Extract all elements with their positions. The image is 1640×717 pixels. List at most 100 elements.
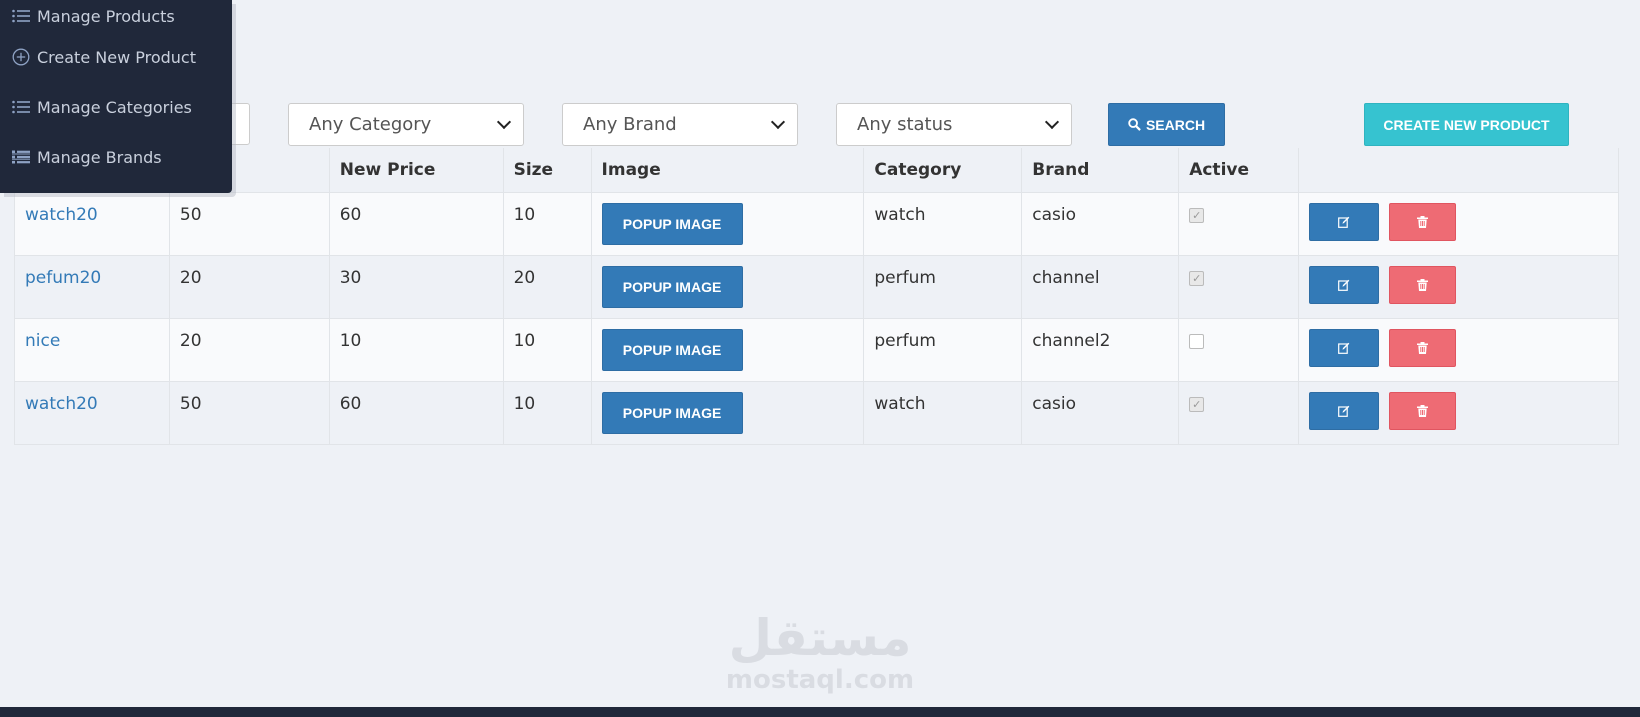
popup-image-button[interactable]: POPUP IMAGE — [601, 328, 743, 371]
chevron-down-icon — [1044, 114, 1060, 129]
watermark-arabic-text: مستقل — [728, 609, 912, 667]
status-select-value: Any status — [857, 114, 953, 135]
delete-button[interactable] — [1389, 202, 1457, 241]
cell-size: 10 — [502, 380, 592, 445]
cell-actions — [1298, 317, 1619, 382]
cell-new-price: 30 — [328, 254, 504, 319]
edit-button[interactable] — [1309, 202, 1380, 241]
trash-icon — [1417, 341, 1429, 354]
cell-image: POPUP IMAGE — [590, 380, 865, 445]
status-select[interactable]: Any status — [836, 103, 1072, 146]
header-image: Image — [590, 148, 865, 193]
edit-icon — [1338, 405, 1350, 417]
sidebar-item-create-new-product[interactable]: Create New Product — [0, 32, 232, 82]
cell-name: watch20 — [14, 380, 170, 445]
active-checkbox[interactable] — [1189, 333, 1205, 349]
cell-brand: casio — [1021, 380, 1180, 445]
cell-size: 10 — [502, 317, 592, 382]
cell-old-price: 20 — [168, 317, 330, 382]
cell-old-price: 20 — [168, 254, 330, 319]
delete-button[interactable] — [1389, 328, 1457, 367]
popup-image-button[interactable]: POPUP IMAGE — [601, 265, 743, 308]
cell-old-price: 50 — [168, 380, 330, 445]
cell-brand: channel — [1021, 254, 1180, 319]
table-row: watch20 50 60 10 POPUP IMAGE watch casio ✓ — [14, 191, 1619, 256]
header-category[interactable]: Category — [863, 148, 1023, 193]
header-brand[interactable]: Brand — [1021, 148, 1180, 193]
product-name-link[interactable]: watch20 — [25, 205, 98, 225]
plus-circle-icon — [12, 48, 30, 66]
table-row: pefum20 20 30 20 POPUP IMAGE perfum channel ✓ — [14, 254, 1619, 319]
cell-old-price: 50 — [168, 191, 330, 256]
table-row: watch20 50 60 10 POPUP IMAGE watch casio ✓ — [14, 380, 1619, 445]
cell-active — [1178, 317, 1300, 382]
category-select-value: Any Category — [309, 114, 432, 135]
product-name-link[interactable]: nice — [25, 331, 60, 351]
chevron-down-icon — [496, 114, 512, 129]
watermark-latin-text: mostaql.com — [725, 665, 915, 695]
cell-active: ✓ — [1178, 380, 1300, 445]
cell-size: 20 — [502, 254, 592, 319]
header-active[interactable]: Active — [1178, 148, 1300, 193]
sidebar-item-manage-products[interactable]: Manage Products — [0, 0, 232, 32]
watermark-logo: مستقل mostaql.com — [720, 610, 920, 694]
list-icon — [12, 100, 30, 114]
sidebar-item-label: Manage Categories — [37, 97, 192, 117]
category-select[interactable]: Any Category — [288, 103, 524, 146]
cell-actions — [1298, 191, 1619, 256]
cell-actions — [1298, 380, 1619, 445]
cell-active: ✓ — [1178, 254, 1300, 319]
trash-icon — [1417, 215, 1429, 228]
cell-name: nice — [14, 317, 170, 382]
search-button[interactable]: SEARCH — [1108, 103, 1225, 146]
products-table: ice New Price Size Image Category Brand … — [14, 148, 1619, 445]
sidebar-menu: Manage Products Create New Product Manag… — [0, 0, 232, 193]
cell-name: watch20 — [14, 191, 170, 256]
create-new-product-button[interactable]: CREATE NEW PRODUCT — [1364, 103, 1569, 146]
sidebar-item-manage-brands[interactable]: Manage Brands — [0, 132, 232, 182]
list-icon — [12, 9, 30, 23]
brand-select[interactable]: Any Brand — [562, 103, 798, 146]
delete-button[interactable] — [1389, 391, 1457, 430]
trash-icon — [1417, 278, 1429, 291]
sidebar-item-manage-categories[interactable]: Manage Categories — [0, 82, 232, 132]
cell-new-price: 60 — [328, 380, 504, 445]
active-checkbox[interactable]: ✓ — [1189, 396, 1205, 412]
active-checkbox[interactable]: ✓ — [1189, 207, 1205, 223]
product-name-link[interactable]: watch20 — [25, 394, 98, 414]
edit-icon — [1338, 279, 1350, 291]
active-checkbox[interactable]: ✓ — [1189, 270, 1205, 286]
cell-new-price: 60 — [328, 191, 504, 256]
edit-button[interactable] — [1309, 391, 1380, 430]
edit-button[interactable] — [1309, 328, 1380, 367]
table-header-row: ice New Price Size Image Category Brand … — [14, 148, 1619, 193]
cell-category: perfum — [863, 254, 1023, 319]
brand-select-value: Any Brand — [583, 114, 677, 135]
edit-button[interactable] — [1309, 265, 1380, 304]
cell-image: POPUP IMAGE — [590, 317, 865, 382]
header-size[interactable]: Size — [502, 148, 592, 193]
popup-image-button[interactable]: POPUP IMAGE — [601, 202, 743, 245]
search-icon — [1128, 118, 1141, 131]
delete-button[interactable] — [1389, 265, 1457, 304]
cell-size: 10 — [502, 191, 592, 256]
cell-name: pefum20 — [14, 254, 170, 319]
cell-image: POPUP IMAGE — [590, 191, 865, 256]
popup-image-button[interactable]: POPUP IMAGE — [601, 391, 743, 434]
sidebar-item-label: Manage Brands — [37, 147, 162, 167]
edit-icon — [1338, 342, 1350, 354]
table-row: nice 20 10 10 POPUP IMAGE perfum channel2 — [14, 317, 1619, 382]
product-name-link[interactable]: pefum20 — [25, 268, 101, 288]
header-actions — [1298, 148, 1619, 193]
cell-category: perfum — [863, 317, 1023, 382]
cell-new-price: 10 — [328, 317, 504, 382]
chevron-down-icon — [770, 114, 786, 129]
footer-bar — [0, 707, 1640, 717]
header-new-price[interactable]: New Price — [328, 148, 504, 193]
cell-actions — [1298, 254, 1619, 319]
cell-brand: channel2 — [1021, 317, 1180, 382]
cell-image: POPUP IMAGE — [590, 254, 865, 319]
edit-icon — [1338, 216, 1350, 228]
trash-icon — [1417, 404, 1429, 417]
sidebar-item-label: Manage Products — [37, 6, 175, 26]
